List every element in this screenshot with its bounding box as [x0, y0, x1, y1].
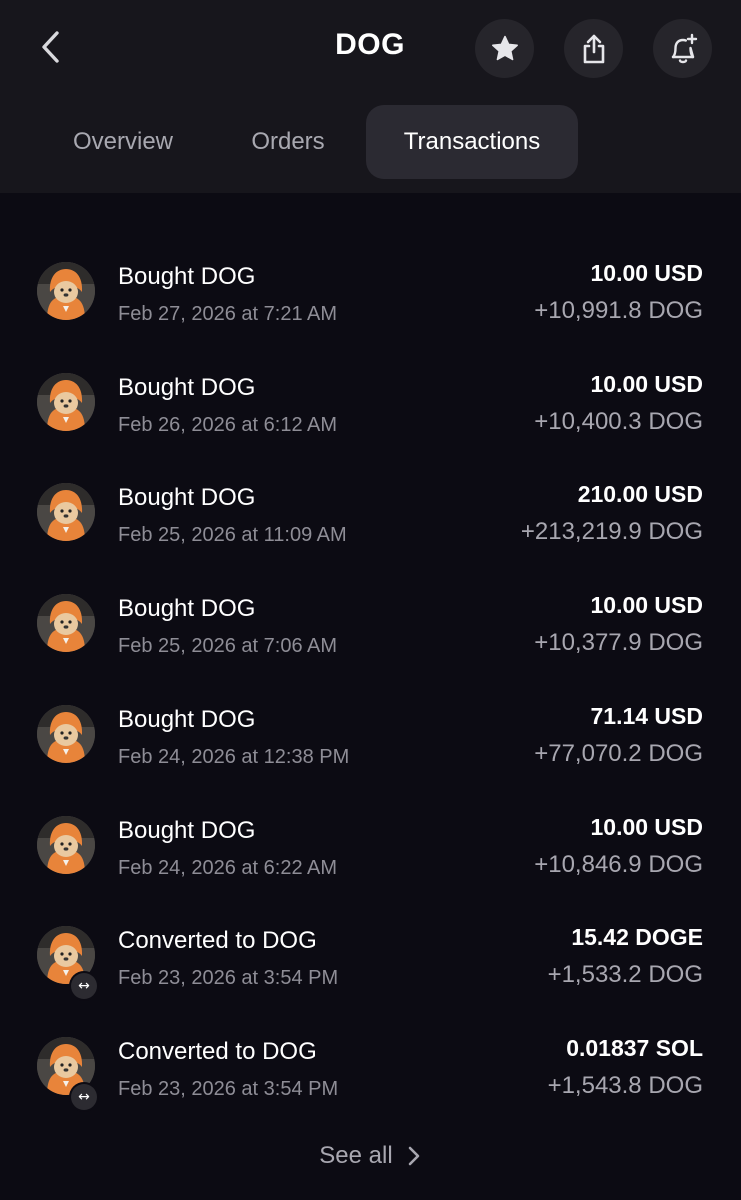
transaction-date: Feb 23, 2026 at 3:54 PM [118, 967, 339, 989]
transaction-row[interactable]: Bought DOG Feb 24, 2026 at 6:22 AM 10.00 U… [0, 789, 741, 900]
transaction-date: Feb 24, 2026 at 6:22 AM [118, 857, 338, 879]
transaction-received: +10,991.8 DOG [534, 297, 703, 324]
tab-transactions[interactable]: Transactions [366, 105, 578, 179]
transaction-date: Feb 23, 2026 at 3:54 PM [118, 1078, 339, 1100]
transaction-amount: 210.00 USD [577, 481, 703, 507]
transaction-amount: 10.00 USD [590, 592, 703, 618]
dog-token-avatar [37, 816, 95, 874]
transaction-amount: 10.00 USD [590, 260, 703, 286]
add-alert-button[interactable] [653, 19, 712, 78]
transaction-title: Bought DOG [118, 706, 256, 733]
transaction-amount: 10.00 USD [590, 371, 703, 397]
transaction-received: +77,070.2 DOG [534, 740, 703, 767]
transaction-received: +10,846.9 DOG [534, 851, 703, 878]
tab-overview[interactable]: Overview [44, 105, 202, 179]
back-button[interactable] [26, 22, 76, 72]
transaction-title: Bought DOG [118, 595, 256, 622]
tab-orders[interactable]: Orders [226, 105, 350, 179]
dog-token-avatar [37, 262, 95, 320]
transaction-row[interactable]: Bought DOG Feb 25, 2026 at 11:09 AM 210.00… [0, 456, 741, 567]
see-all-label: See all [319, 1142, 393, 1169]
transaction-amount: 71.14 USD [590, 703, 703, 729]
star-icon [491, 35, 518, 60]
swap-arrows-icon: ↔ [71, 1084, 97, 1110]
transaction-row[interactable]: Bought DOG Feb 27, 2026 at 7:21 AM 10.00 U… [0, 235, 741, 346]
see-all-button[interactable]: See all [300, 1138, 440, 1174]
transaction-date: Feb 24, 2026 at 12:38 PM [118, 746, 350, 768]
transaction-date: Feb 25, 2026 at 11:09 AM [118, 524, 347, 546]
convert-badge: ↔ [69, 1082, 99, 1112]
convert-badge: ↔ [69, 971, 99, 1001]
dog-token-avatar [37, 483, 95, 541]
swap-arrows-icon: ↔ [71, 973, 97, 999]
transaction-row[interactable]: Bought DOG Feb 25, 2026 at 7:06 AM 10.00 U… [0, 567, 741, 678]
transaction-title: Bought DOG [118, 484, 256, 511]
transaction-amount: 0.01837 SOL [566, 1035, 703, 1061]
dog-token-avatar [37, 373, 95, 431]
transaction-row[interactable]: Bought DOG Feb 24, 2026 at 12:38 PM 71.14 … [0, 678, 741, 789]
page-title: DOG [335, 28, 405, 61]
transaction-received: +213,219.9 DOG [520, 518, 703, 545]
transaction-received: +10,400.3 DOG [534, 408, 703, 435]
transaction-date: Feb 26, 2026 at 6:12 AM [118, 414, 338, 436]
transaction-date: Feb 27, 2026 at 7:21 AM [118, 303, 338, 325]
transaction-row[interactable]: ↔ Converted to DOG Feb 23, 2026 at 3:54 PM… [0, 1010, 741, 1121]
transaction-title: Bought DOG [118, 263, 256, 290]
transaction-amount: 15.42 DOGE [571, 924, 703, 950]
dog-token-avatar [37, 594, 95, 652]
share-icon [583, 34, 604, 63]
tab-bar: Overview Orders Transactions [0, 105, 741, 179]
header: DOG Overview Orders Transactions [0, 0, 741, 193]
favorite-button[interactable] [475, 19, 534, 78]
transaction-date: Feb 25, 2026 at 7:06 AM [118, 635, 338, 657]
dog-token-avatar [37, 705, 95, 763]
transaction-row[interactable]: ↔ Converted to DOG Feb 23, 2026 at 3:54 PM… [0, 899, 741, 1010]
transaction-title: Bought DOG [118, 817, 256, 844]
transaction-amount: 10.00 USD [590, 814, 703, 840]
transaction-received: +10,377.9 DOG [534, 629, 703, 656]
bell-plus-icon [671, 33, 697, 63]
transaction-received: +1,543.8 DOG [547, 1072, 703, 1099]
chevron-left-icon [42, 31, 59, 63]
transaction-title: Converted to DOG [118, 927, 317, 954]
share-button[interactable] [564, 19, 623, 78]
transaction-row[interactable]: Bought DOG Feb 26, 2026 at 6:12 AM 10.00 U… [0, 346, 741, 457]
chevron-right-icon [408, 1146, 419, 1166]
transaction-received: +1,533.2 DOG [547, 961, 703, 988]
transaction-title: Converted to DOG [118, 1038, 317, 1065]
transaction-title: Bought DOG [118, 374, 256, 401]
